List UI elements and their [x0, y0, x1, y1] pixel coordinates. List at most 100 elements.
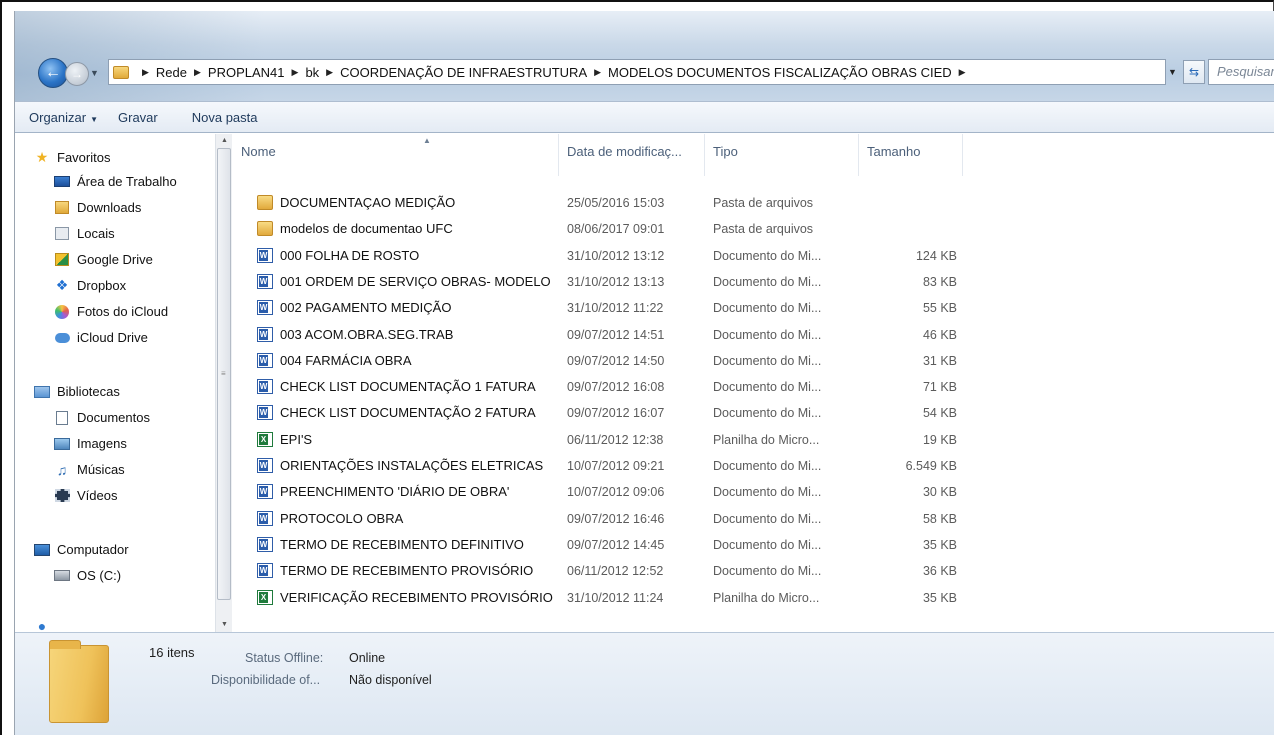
file-name-cell[interactable]: ORIENTAÇÕES INSTALAÇÕES ELETRICAS: [257, 453, 557, 479]
chevron-right-icon[interactable]: ▶: [959, 67, 966, 78]
nav-network-partial[interactable]: ●: [33, 620, 57, 632]
arrow-left-icon: ←: [45, 64, 61, 81]
file-type: Documento do Mi...: [713, 327, 822, 342]
google-drive-icon: [53, 252, 71, 267]
file-type: Documento do Mi...: [713, 248, 822, 263]
file-row[interactable]: PREENCHIMENTO 'DIÁRIO DE OBRA' 10/07/2012…: [233, 479, 1033, 505]
file-row[interactable]: 003 ACOM.OBRA.SEG.TRAB 09/07/2012 14:51 Do…: [233, 322, 1033, 348]
breadcrumb-item[interactable]: COORDENAÇÃO DE INFRAESTRUTURA: [340, 65, 587, 80]
address-bar[interactable]: ▶ Rede ▶ PROPLAN41 ▶ bk ▶ COORDENAÇÃO DE…: [108, 59, 1166, 85]
file-size: 55 KB: [922, 301, 957, 316]
file-name-cell[interactable]: TERMO DE RECEBIMENTO PROVISÓRIO: [257, 558, 557, 584]
breadcrumb-item[interactable]: MODELOS DOCUMENTOS FISCALIZAÇÃO OBRAS CI…: [608, 65, 952, 80]
burn-button[interactable]: Gravar: [108, 110, 168, 125]
file-row[interactable]: CHECK LIST DOCUMENTAÇÃO 1 FATURA 09/07/20…: [233, 374, 1033, 400]
file-name-cell[interactable]: CHECK LIST DOCUMENTAÇÃO 2 FATURA: [257, 400, 557, 426]
excel-icon: [257, 431, 273, 447]
chevron-right-icon[interactable]: ▶: [594, 67, 601, 78]
scrollbar-thumb[interactable]: ≡: [217, 148, 231, 600]
word-icon: [257, 536, 273, 552]
address-history-dropdown[interactable]: ▼: [1168, 67, 1177, 77]
file-row[interactable]: ORIENTAÇÕES INSTALAÇÕES ELETRICAS 10/07/2…: [233, 453, 1033, 479]
file-name-cell[interactable]: 000 FOLHA DE ROSTO: [257, 243, 557, 269]
column-header-type[interactable]: Tipo: [705, 134, 859, 176]
file-name-cell[interactable]: PREENCHIMENTO 'DIÁRIO DE OBRA': [257, 479, 557, 505]
nav-favorites[interactable]: ★ Favoritos: [33, 149, 111, 165]
nav-item-icloud-photos[interactable]: Fotos do iCloud: [53, 304, 168, 319]
breadcrumb-item[interactable]: PROPLAN41: [208, 65, 285, 80]
file-date: 09/07/2012 14:51: [567, 327, 665, 342]
file-name-cell[interactable]: TERMO DE RECEBIMENTO DEFINITIVO: [257, 532, 557, 558]
file-name-cell[interactable]: DOCUMENTAÇAO MEDIÇÃO: [257, 190, 557, 216]
nav-computer[interactable]: Computador: [33, 542, 129, 557]
file-type: Documento do Mi...: [713, 511, 822, 526]
file-size: 31 KB: [922, 353, 957, 368]
file-row[interactable]: PROTOCOLO OBRA 09/07/2012 16:46 Documento …: [233, 506, 1033, 532]
nav-item-dropbox[interactable]: ❖ Dropbox: [53, 277, 126, 293]
chevron-right-icon[interactable]: ▶: [292, 67, 299, 78]
nav-libraries[interactable]: Bibliotecas: [33, 384, 120, 399]
file-name-cell[interactable]: 002 PAGAMENTO MEDIÇÃO: [257, 295, 557, 321]
file-name-cell[interactable]: 001 ORDEM DE SERVIÇO OBRAS- MODELO: [257, 269, 557, 295]
file-row[interactable]: 004 FARMÁCIA OBRA 09/07/2012 14:50 Documen…: [233, 348, 1033, 374]
availability-value: Não disponível: [349, 673, 432, 687]
nav-item-videos[interactable]: Vídeos: [53, 488, 117, 503]
file-name-cell[interactable]: PROTOCOLO OBRA: [257, 506, 557, 532]
word-icon: [257, 458, 273, 474]
navigation-scrollbar[interactable]: ▲ ≡ ▼: [215, 134, 232, 632]
chevron-right-icon[interactable]: ▶: [194, 67, 201, 78]
folder-thumbnail-icon: [49, 640, 109, 723]
file-name-cell[interactable]: 004 FARMÁCIA OBRA: [257, 348, 557, 374]
nav-item-music[interactable]: ♫ Músicas: [53, 462, 125, 478]
column-header-size[interactable]: Tamanho: [859, 134, 963, 176]
file-name: CHECK LIST DOCUMENTAÇÃO 2 FATURA: [280, 405, 536, 421]
nav-item-documents[interactable]: Documentos: [53, 410, 150, 425]
file-row[interactable]: TERMO DE RECEBIMENTO PROVISÓRIO 06/11/201…: [233, 558, 1033, 584]
chevron-right-icon[interactable]: ▶: [326, 67, 333, 78]
file-row[interactable]: TERMO DE RECEBIMENTO DEFINITIVO 09/07/201…: [233, 532, 1033, 558]
chevron-right-icon[interactable]: ▶: [142, 67, 149, 78]
computer-icon: [33, 542, 51, 557]
back-button[interactable]: ←: [38, 58, 68, 88]
refresh-button[interactable]: ⇆: [1183, 60, 1205, 84]
column-header-name[interactable]: Nome ▲: [233, 134, 559, 176]
file-row[interactable]: 002 PAGAMENTO MEDIÇÃO 31/10/2012 11:22 Doc…: [233, 295, 1033, 321]
nav-item-google-drive[interactable]: Google Drive: [53, 252, 153, 267]
nav-item-pictures[interactable]: Imagens: [53, 436, 127, 451]
column-header-date[interactable]: Data de modificaç...: [559, 134, 705, 176]
file-type: Documento do Mi...: [713, 380, 822, 395]
search-input[interactable]: Pesquisar: [1208, 59, 1274, 85]
file-name-cell[interactable]: EPI'S: [257, 427, 557, 453]
forward-button[interactable]: →: [65, 62, 89, 86]
word-icon: [257, 484, 273, 500]
file-name-cell[interactable]: VERIFICAÇÃO RECEBIMENTO PROVISÓRIO: [257, 585, 557, 611]
new-folder-button[interactable]: Nova pasta: [182, 110, 268, 125]
file-row[interactable]: 000 FOLHA DE ROSTO 31/10/2012 13:12 Docume…: [233, 243, 1033, 269]
file-size: 83 KB: [922, 274, 957, 289]
nav-item-downloads[interactable]: Downloads: [53, 200, 141, 215]
organize-button[interactable]: Organizar ▼: [15, 110, 108, 125]
file-date: 09/07/2012 14:45: [567, 537, 665, 552]
file-row[interactable]: CHECK LIST DOCUMENTAÇÃO 2 FATURA 09/07/20…: [233, 400, 1033, 426]
file-row[interactable]: DOCUMENTAÇAO MEDIÇÃO 25/05/2016 15:03 Past…: [233, 190, 1033, 216]
file-name-cell[interactable]: 003 ACOM.OBRA.SEG.TRAB: [257, 322, 557, 348]
file-name: CHECK LIST DOCUMENTAÇÃO 1 FATURA: [280, 379, 536, 395]
scroll-up-icon[interactable]: ▲: [216, 134, 233, 148]
breadcrumb-item[interactable]: Rede: [156, 65, 187, 80]
breadcrumb-item[interactable]: bk: [305, 65, 319, 80]
scroll-down-icon[interactable]: ▼: [216, 618, 233, 632]
arrow-right-icon: →: [71, 67, 83, 81]
recent-pages-dropdown[interactable]: ▼: [90, 68, 99, 78]
videos-icon: [53, 488, 71, 503]
nav-item-drive-c[interactable]: OS (C:): [53, 568, 121, 583]
file-row[interactable]: EPI'S 06/11/2012 12:38 Planilha do Micro..…: [233, 427, 1033, 453]
file-row[interactable]: VERIFICAÇÃO RECEBIMENTO PROVISÓRIO 31/10/…: [233, 585, 1033, 611]
nav-item-icloud-drive[interactable]: iCloud Drive: [53, 330, 148, 345]
nav-item-desktop[interactable]: Área de Trabalho: [53, 174, 177, 189]
file-row[interactable]: 001 ORDEM DE SERVIÇO OBRAS- MODELO 31/10/…: [233, 269, 1033, 295]
file-row[interactable]: modelos de documentao UFC 08/06/2017 09:0…: [233, 216, 1033, 242]
file-name-cell[interactable]: CHECK LIST DOCUMENTAÇÃO 1 FATURA: [257, 374, 557, 400]
file-name-cell[interactable]: modelos de documentao UFC: [257, 216, 557, 242]
file-name: TERMO DE RECEBIMENTO PROVISÓRIO: [280, 563, 534, 579]
nav-item-places[interactable]: Locais: [53, 226, 115, 241]
